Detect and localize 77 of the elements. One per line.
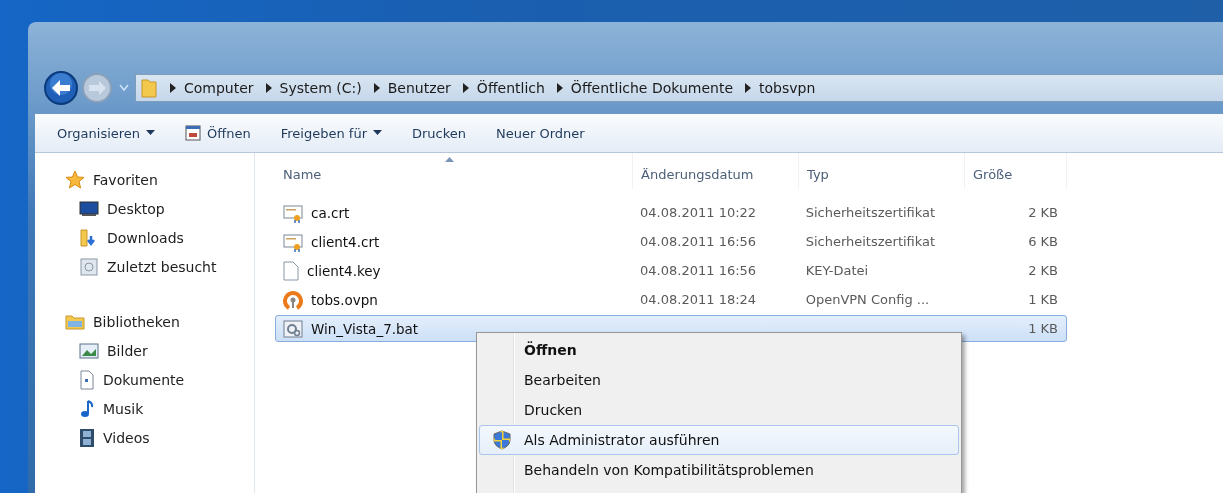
modified-date: 04.08.2011 10:22 — [640, 205, 757, 220]
picture-icon — [79, 341, 99, 360]
breadcrumb-arrow-icon[interactable] — [170, 83, 176, 93]
monitor-icon — [79, 199, 99, 218]
toolbar-button[interactable]: Öffnen — [181, 121, 255, 145]
film-icon — [79, 427, 95, 448]
toolbar-button[interactable]: Drucken — [408, 121, 471, 145]
file-row[interactable]: tobs.ovpn 04.08.2011 18:24 OpenVPN Config ... 1 KB — [275, 286, 1067, 313]
certificate-icon — [283, 202, 303, 223]
music-note-icon — [79, 398, 95, 419]
sidebar-item[interactable]: Desktop — [65, 194, 254, 223]
file-name: tobs.ovpn — [311, 291, 378, 308]
sidebar-item[interactable]: Bibliotheken — [65, 307, 254, 336]
file-size: 2 KB — [1028, 263, 1058, 278]
breadcrumb-arrow-icon[interactable] — [373, 83, 380, 93]
sidebar-item[interactable]: Musik — [65, 394, 254, 423]
breadcrumb-arrow-icon[interactable] — [462, 83, 469, 93]
file-name: client4.key — [307, 262, 381, 279]
modified-date: 04.08.2011 16:56 — [640, 234, 757, 249]
sidebar-item[interactable]: Downloads — [65, 223, 254, 252]
file-name: client4.crt — [311, 233, 380, 250]
folder-icon — [140, 77, 158, 99]
sidebar-item[interactable]: Videos — [65, 423, 254, 452]
file-size: 1 KB — [1028, 321, 1058, 336]
menu-item[interactable]: Bearbeiten — [479, 365, 959, 395]
document-icon — [79, 369, 95, 390]
menu-item[interactable]: Drucken — [479, 395, 959, 425]
modified-date: 04.08.2011 16:56 — [640, 263, 757, 278]
column-header[interactable]: Name — [275, 153, 633, 189]
breadcrumb-item[interactable]: Computer — [184, 80, 254, 96]
folder-icon — [65, 312, 85, 331]
window-icon — [185, 125, 202, 141]
breadcrumb-item[interactable]: Benutzer — [387, 80, 451, 96]
breadcrumb-arrow-icon[interactable] — [745, 83, 752, 93]
star-icon — [65, 169, 85, 190]
toolbar-button[interactable]: Freigeben für — [276, 121, 386, 145]
caret-icon — [373, 130, 382, 136]
file-row[interactable]: client4.key 04.08.2011 16:56 KEY-Datei 2 KB — [275, 257, 1067, 284]
sidebar-item[interactable]: Dokumente — [65, 365, 254, 394]
menu-item[interactable]: Als Administrator ausführen — [479, 425, 959, 455]
menu-item[interactable]: Behandeln von Kompatibilitätsproblemen — [479, 455, 959, 485]
modified-date: 04.08.2011 18:24 — [640, 292, 757, 307]
file-type: KEY-Datei — [805, 263, 869, 278]
file-type: Sicherheitszertifikat — [805, 234, 936, 249]
breadcrumb-arrow-icon[interactable] — [556, 83, 563, 93]
caret-icon — [146, 130, 156, 136]
recent-places-icon — [79, 256, 99, 277]
sidebar-item[interactable]: Zuletzt besucht — [65, 252, 254, 281]
sidebar-item[interactable]: Favoriten — [65, 165, 254, 194]
file-size: 2 KB — [1028, 205, 1058, 220]
file-row[interactable]: client4.crt 04.08.2011 16:56 Sicherheitszertifikat 6 KB — [275, 228, 1067, 255]
breadcrumb-item[interactable]: Öffentlich — [476, 80, 545, 96]
toolbar-button[interactable]: Organisieren — [53, 121, 160, 145]
shield-icon — [493, 430, 511, 450]
column-header[interactable]: Typ — [799, 153, 965, 189]
file-size: 6 KB — [1028, 234, 1058, 249]
gear-window-icon — [283, 318, 303, 339]
certificate-icon — [283, 231, 303, 252]
toolbar-button[interactable]: Neuer Ordner — [492, 121, 589, 145]
column-header[interactable]: Größe — [965, 153, 1067, 189]
breadcrumb-item[interactable]: System (C:) — [279, 80, 362, 96]
openvpn-icon — [283, 289, 303, 310]
file-name: Win_Vista_7.bat — [311, 320, 419, 337]
file-size: 1 KB — [1028, 292, 1058, 307]
file-name: ca.crt — [311, 204, 350, 221]
breadcrumb-item[interactable]: tobsvpn — [759, 80, 816, 96]
column-header[interactable]: Änderungsdatum — [633, 153, 799, 189]
sort-arrow-icon — [445, 157, 454, 162]
sidebar-item[interactable]: Bilder — [65, 336, 254, 365]
file-type: Sicherheitszertifikat — [805, 205, 936, 220]
breadcrumb-arrow-icon[interactable] — [265, 83, 272, 93]
breadcrumb-item[interactable]: Öffentliche Dokumente — [570, 80, 734, 96]
file-type: OpenVPN Config ... — [805, 292, 930, 307]
blank-file-icon — [283, 260, 299, 281]
address-bar[interactable]: Computer System (C:) Benutzer Öffentlich Öffentliche Dokumente tobsvpn — [135, 74, 1223, 102]
file-row[interactable]: ca.crt 04.08.2011 10:22 Sicherheitszertifikat 2 KB — [275, 199, 1067, 226]
back-button[interactable] — [43, 70, 79, 106]
